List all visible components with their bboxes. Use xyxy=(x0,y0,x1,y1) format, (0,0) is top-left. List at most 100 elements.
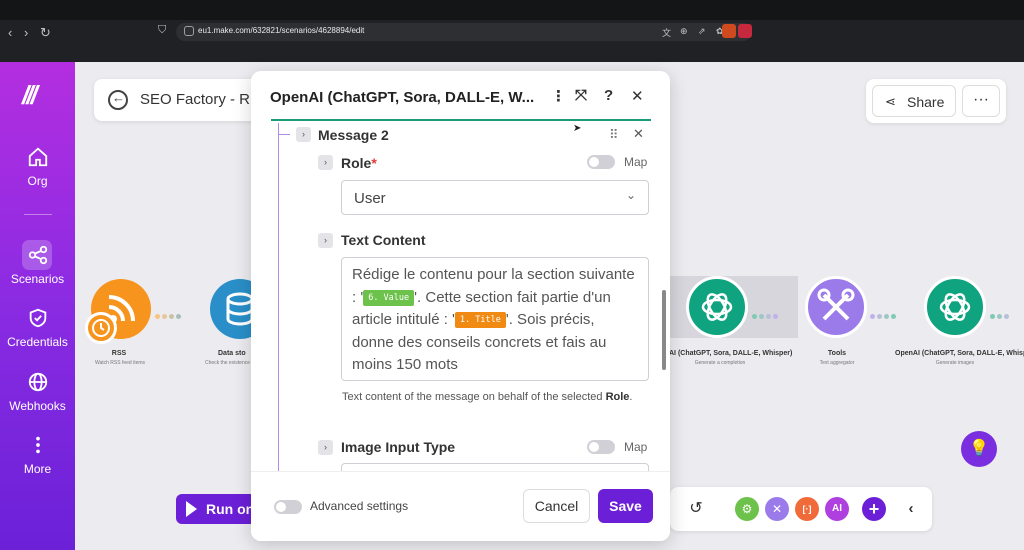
sidebar-item-label: More xyxy=(23,462,52,476)
browser-chrome: ‹ › ↻ ⛉ eu1.make.com/632821/scenarios/46… xyxy=(0,0,1024,62)
role-select-value: User xyxy=(354,190,386,207)
home-icon xyxy=(28,147,47,167)
module-sublabel: Text aggregator xyxy=(819,360,855,366)
bookmark-icon[interactable]: ⛉ xyxy=(158,24,166,37)
mapped-variable-pill[interactable]: 1. Title xyxy=(454,312,506,328)
connector-dots[interactable] xyxy=(870,306,898,319)
add-icon[interactable]: + xyxy=(862,497,886,521)
module-settings-dialog: OpenAI (ChatGPT, Sora, DALL-E, W... ⋮ ⤧ … xyxy=(251,71,670,541)
brave-shield-icon[interactable] xyxy=(722,24,736,38)
openai-images-module[interactable] xyxy=(924,276,986,338)
lightbulb-icon[interactable]: 💡 xyxy=(961,431,997,467)
text-parser-icon[interactable]: [·] xyxy=(795,497,819,521)
main-sidebar: /// Org Scenarios Credentials Webhooks M… xyxy=(0,62,75,550)
chevron-right-icon[interactable]: › xyxy=(296,127,311,142)
connector-dots[interactable] xyxy=(155,306,183,319)
tree-line xyxy=(278,123,279,471)
openai-icon xyxy=(701,293,733,321)
share-icon: ⋖ xyxy=(885,94,896,109)
role-label: Role* xyxy=(341,155,377,171)
make-logo[interactable]: /// xyxy=(22,80,38,111)
chevron-right-icon[interactable]: › xyxy=(318,440,333,455)
zoom-icon[interactable]: ⊕ xyxy=(680,26,688,37)
module-label: AI (ChatGPT, Sora, DALL-E, Whisper) xyxy=(669,350,793,357)
connector-dots[interactable] xyxy=(752,306,780,319)
connector-dots[interactable] xyxy=(990,306,1011,319)
expand-icon[interactable]: ⤧ xyxy=(575,87,587,104)
dialog-body[interactable]: › Message 2 ⠿ ✕ › Role* Map User ⌄ › Tex… xyxy=(251,123,670,471)
remove-item-icon[interactable]: ✕ xyxy=(633,126,644,142)
forward-arrow-icon[interactable]: › xyxy=(24,25,28,40)
run-once-button[interactable]: Run one xyxy=(176,494,262,524)
dialog-scrollbar[interactable] xyxy=(662,290,666,370)
translate-icon[interactable]: 文 xyxy=(662,26,671,39)
sidebar-item-scenarios[interactable]: Scenarios xyxy=(0,244,75,286)
share-page-icon[interactable]: ⇗ xyxy=(698,26,706,37)
sidebar-item-more[interactable]: More xyxy=(0,434,75,476)
chevron-right-icon[interactable]: › xyxy=(318,233,333,248)
site-info-icon[interactable] xyxy=(184,26,194,36)
share-nodes-icon xyxy=(28,245,47,265)
section-title: Message 2 xyxy=(318,127,389,143)
sidebar-item-label: Org xyxy=(27,174,48,188)
map-label: Map xyxy=(624,440,648,454)
clock-icon[interactable] xyxy=(85,312,117,344)
sidebar-item-label: Credentials xyxy=(7,335,68,349)
reload-icon[interactable]: ↻ xyxy=(40,25,51,41)
vertical-dots-icon xyxy=(35,436,40,454)
image-input-type-select[interactable] xyxy=(341,463,649,471)
mapped-variable-pill[interactable]: 6. Value xyxy=(363,289,415,306)
tools-module[interactable] xyxy=(805,276,867,338)
header-divider xyxy=(271,119,651,121)
help-text: Text content of the message on behalf of… xyxy=(342,391,633,403)
tree-branch xyxy=(278,134,290,135)
chevron-left-icon[interactable]: ‹ xyxy=(899,497,923,521)
sidebar-item-webhooks[interactable]: Webhooks xyxy=(0,371,75,413)
more-options-button[interactable]: ··· xyxy=(962,85,1000,117)
sidebar-item-label: Scenarios xyxy=(10,272,65,286)
back-circle-icon[interactable] xyxy=(108,90,128,110)
help-icon[interactable]: ? xyxy=(604,87,613,104)
browser-tabstrip xyxy=(0,0,1024,20)
share-button[interactable]: ⋖ Share xyxy=(872,85,956,117)
module-label: RSS xyxy=(111,350,127,357)
tools-icon[interactable]: ✕ xyxy=(765,497,789,521)
close-icon[interactable]: ✕ xyxy=(631,87,644,105)
sidebar-item-credentials[interactable]: Credentials xyxy=(0,307,75,349)
module-sublabel: Check the existence of a xyxy=(205,360,250,366)
module-label: OpenAI (ChatGPT, Sora, DALL-E, Whisper) xyxy=(895,350,1024,357)
url-text: eu1.make.com/632821/scenarios/4628894/ed… xyxy=(198,26,365,35)
role-select[interactable]: User ⌄ xyxy=(341,180,649,215)
cancel-button[interactable]: Cancel xyxy=(523,489,590,523)
ai-icon[interactable]: AI xyxy=(825,497,849,521)
kebab-menu-icon[interactable]: ⋮ xyxy=(551,87,566,105)
role-map-toggle[interactable] xyxy=(587,155,615,169)
openai-completion-module[interactable] xyxy=(686,276,748,338)
drag-handle-icon[interactable]: ⠿ xyxy=(609,127,619,143)
sidebar-item-org[interactable]: Org xyxy=(0,146,75,188)
dialog-header: OpenAI (ChatGPT, Sora, DALL-E, W... ⋮ ⤧ … xyxy=(251,71,670,121)
rewards-icon[interactable] xyxy=(738,24,752,38)
mouse-cursor-icon: ➤ xyxy=(573,123,582,134)
module-label: Tools xyxy=(827,350,847,357)
address-bar[interactable]: eu1.make.com/632821/scenarios/4628894/ed… xyxy=(176,23,752,41)
undo-icon[interactable]: ↺ xyxy=(684,497,708,521)
scenario-title[interactable]: SEO Factory - R xyxy=(140,91,250,108)
module-label: Data sto xyxy=(218,350,246,357)
required-marker: * xyxy=(371,155,377,171)
sidebar-divider xyxy=(24,214,52,215)
module-sublabel: Generate a completion xyxy=(694,360,746,366)
sidebar-item-label: Webhooks xyxy=(9,399,66,413)
image-input-map-toggle[interactable] xyxy=(587,440,615,454)
image-input-type-label: Image Input Type xyxy=(341,439,456,455)
advanced-settings-toggle[interactable] xyxy=(274,500,302,514)
module-sublabel: Watch RSS feed items xyxy=(94,360,146,366)
module-sublabel: Generate images xyxy=(935,360,975,366)
save-button[interactable]: Save xyxy=(598,489,653,523)
back-arrow-icon[interactable]: ‹ xyxy=(8,25,12,40)
chevron-right-icon[interactable]: › xyxy=(318,155,333,170)
globe-icon xyxy=(28,372,47,392)
settings-gear-icon[interactable]: ⚙ xyxy=(735,497,759,521)
dialog-title: OpenAI (ChatGPT, Sora, DALL-E, W... xyxy=(270,89,535,106)
text-content-field[interactable]: Rédige le contenu pour la section suivan… xyxy=(341,257,649,381)
